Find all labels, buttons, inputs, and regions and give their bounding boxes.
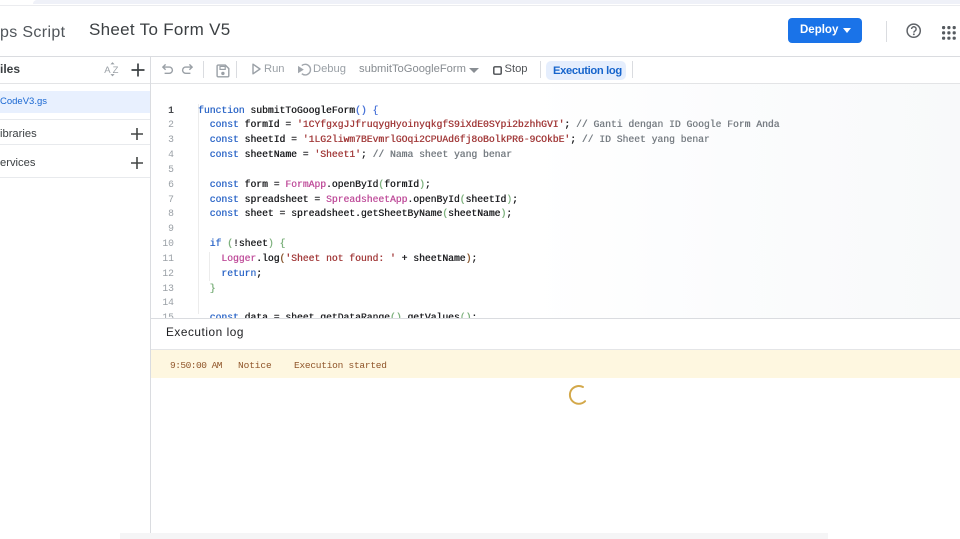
svg-text:A: A xyxy=(104,65,111,76)
